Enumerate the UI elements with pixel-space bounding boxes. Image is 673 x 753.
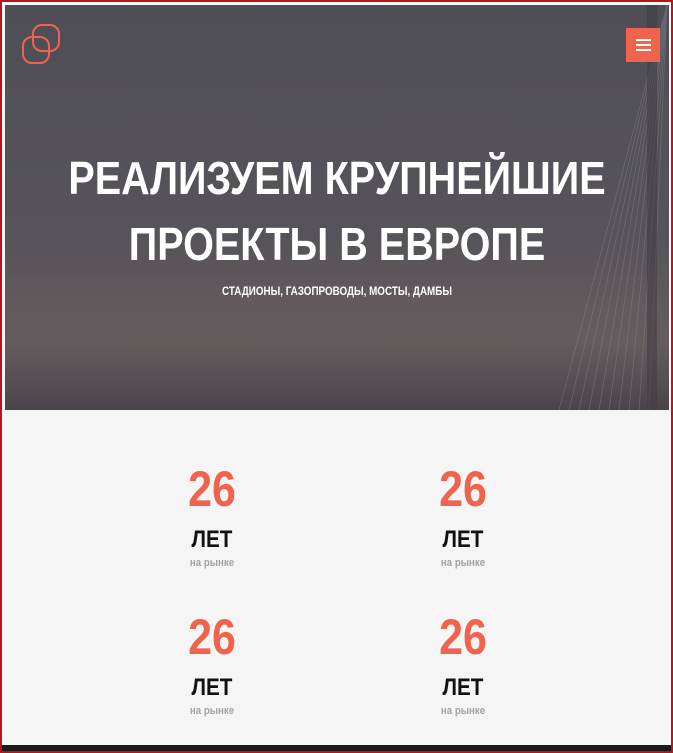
hamburger-line (635, 39, 651, 41)
stat-item: 26 ЛЕТ на рынке (112, 461, 312, 570)
stat-item: 26 ЛЕТ на рынке (363, 609, 563, 718)
hero-title-line-1: РЕАЛИЗУЕМ КРУПНЕЙШИЕ (68, 152, 606, 204)
hero-section: РЕАЛИЗУЕМ КРУПНЕЙШИЕ ПРОЕКТЫ В ЕВРОПЕ СТ… (5, 5, 669, 410)
stat-caption: на рынке (189, 705, 235, 717)
hamburger-line (635, 44, 651, 46)
stat-caption: на рынке (440, 705, 486, 717)
hero-subtitle: СТАДИОНЫ, ГАЗОПРОВОДЫ, МОСТЫ, ДАМБЫ (222, 284, 452, 298)
stat-caption: на рынке (440, 557, 486, 569)
hero-title: РЕАЛИЗУЕМ КРУПНЕЙШИЕ ПРОЕКТЫ В ЕВРОПЕ (51, 145, 622, 277)
stat-number: 26 (439, 461, 487, 517)
stat-label: ЛЕТ (442, 526, 484, 553)
stat-item: 26 ЛЕТ на рынке (363, 461, 563, 570)
hero-title-line-2: ПРОЕКТЫ В ЕВРОПЕ (128, 218, 546, 270)
stat-number: 26 (188, 461, 236, 517)
stats-section: 26 ЛЕТ на рынке 26 ЛЕТ на рынке 26 ЛЕТ н… (5, 410, 669, 747)
stat-label: ЛЕТ (191, 674, 233, 701)
stat-number: 26 (188, 609, 236, 665)
stat-caption: на рынке (189, 557, 235, 569)
stat-label: ЛЕТ (191, 526, 233, 553)
stat-number: 26 (439, 609, 487, 665)
stat-label: ЛЕТ (442, 674, 484, 701)
stat-item: 26 ЛЕТ на рынке (112, 609, 312, 718)
page-frame: РЕАЛИЗУЕМ КРУПНЕЙШИЕ ПРОЕКТЫ В ЕВРОПЕ СТ… (0, 0, 673, 753)
hamburger-line (635, 49, 651, 51)
logo-icon[interactable] (21, 23, 63, 65)
hamburger-menu-button[interactable] (626, 28, 660, 62)
